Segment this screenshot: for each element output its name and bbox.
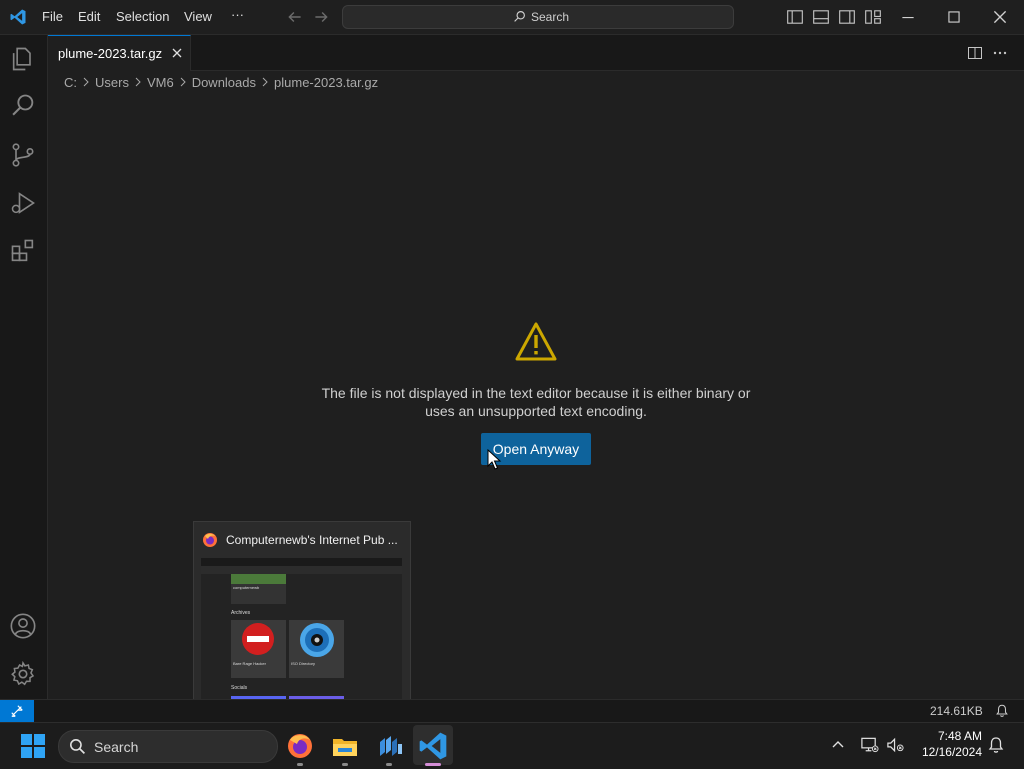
thumb-item-1: Bare Rage Hacker [233, 661, 266, 666]
chevron-right-icon [83, 77, 89, 87]
search-icon[interactable] [9, 92, 37, 120]
title-bar: File Edit Selection View ··· Search [0, 0, 1024, 35]
thumb-item-2: ISO Directory [291, 661, 316, 666]
minimize-icon[interactable] [899, 8, 917, 26]
running-indicator [297, 763, 303, 766]
vscode-logo-icon[interactable] [9, 8, 27, 26]
windows-taskbar: Search [0, 722, 1024, 769]
run-debug-icon[interactable] [9, 189, 37, 217]
breadcrumb-item-downloads[interactable]: Downloads [192, 75, 256, 90]
firefox-icon [203, 533, 217, 547]
breadcrumb-item-file[interactable]: plume-2023.tar.gz [274, 75, 378, 90]
preview-title: Computernewb's Internet Pub ... [226, 533, 398, 547]
warning-icon [515, 322, 557, 361]
search-icon [70, 739, 86, 755]
menu-file[interactable]: File [42, 9, 63, 24]
preview-thumbnail: computernewb Archives Bare Rage Hacker I… [201, 558, 402, 701]
message-line-1: The file is not displayed in the text ed… [321, 385, 751, 401]
notifications-bell-icon[interactable] [995, 703, 1009, 718]
toggle-secondary-sidebar-icon[interactable] [838, 8, 856, 26]
volume-muted-icon[interactable] [886, 736, 905, 754]
clock-time[interactable]: 7:48 AM [930, 729, 982, 743]
maximize-icon[interactable] [945, 8, 963, 26]
back-arrow-icon[interactable] [286, 8, 304, 26]
remote-indicator[interactable] [0, 700, 34, 722]
chevron-right-icon [135, 77, 141, 87]
binary-file-message: The file is not displayed in the text ed… [300, 384, 772, 420]
cd-disc-icon [300, 623, 334, 657]
running-indicator [342, 763, 348, 766]
forward-arrow-icon[interactable] [312, 8, 330, 26]
windows-start-icon[interactable] [17, 730, 49, 762]
thumb-section-socials: Socials [231, 685, 248, 691]
activity-bar [0, 35, 48, 699]
menu-view[interactable]: View [184, 9, 212, 24]
taskbar-search-box[interactable]: Search [58, 730, 278, 763]
chevron-up-icon[interactable] [830, 737, 846, 753]
manage-gear-icon[interactable] [9, 660, 37, 688]
running-indicator [386, 763, 392, 766]
network-icon[interactable] [860, 736, 879, 754]
no-entry-icon [242, 623, 274, 655]
command-center-label: Search [531, 10, 570, 24]
tab-plume-archive[interactable]: plume-2023.tar.gz [48, 35, 191, 71]
file-size-status[interactable]: 214.61KB [930, 704, 983, 718]
breadcrumb-item-drive[interactable]: C: [64, 75, 77, 90]
file-explorer-icon[interactable] [329, 730, 361, 762]
close-tab-icon[interactable] [169, 45, 185, 61]
close-window-icon[interactable] [991, 8, 1009, 26]
explorer-icon[interactable] [9, 45, 37, 73]
taskbar-window-preview[interactable]: Computernewb's Internet Pub ... computer… [193, 521, 411, 710]
source-control-icon[interactable] [9, 141, 37, 169]
menu-selection[interactable]: Selection [116, 9, 169, 24]
toggle-primary-sidebar-icon[interactable] [786, 8, 804, 26]
command-center-search[interactable]: Search [342, 5, 734, 29]
status-bar: 214.61KB [0, 699, 1024, 722]
menu-more[interactable]: ··· [231, 7, 244, 22]
breadcrumb-item-users[interactable]: Users [95, 75, 129, 90]
mouse-cursor-icon [487, 449, 502, 470]
chevron-right-icon [262, 77, 268, 87]
more-actions-icon[interactable] [992, 45, 1008, 61]
chevron-right-icon [180, 77, 186, 87]
extensions-icon[interactable] [9, 237, 37, 265]
active-indicator [425, 763, 441, 766]
editor-tab-strip: plume-2023.tar.gz [48, 35, 1024, 71]
tab-label: plume-2023.tar.gz [58, 46, 163, 61]
customize-layout-icon[interactable] [864, 8, 882, 26]
message-line-2: uses an unsupported text encoding. [425, 403, 647, 419]
breadcrumb: C: Users VM6 Downloads plume-2023.tar.gz [64, 74, 378, 90]
taskbar-search-label: Search [94, 739, 139, 755]
toggle-panel-icon[interactable] [812, 8, 830, 26]
notification-center-icon[interactable] [988, 736, 1004, 754]
clock-date[interactable]: 12/16/2024 [912, 745, 982, 759]
firefox-icon[interactable] [284, 730, 316, 762]
split-editor-icon[interactable] [967, 45, 983, 61]
search-icon [514, 11, 525, 22]
app-icon[interactable] [374, 730, 406, 762]
thumb-section-archives: Archives [231, 610, 251, 616]
menu-edit[interactable]: Edit [78, 9, 100, 24]
remote-icon [11, 705, 23, 717]
accounts-icon[interactable] [9, 612, 37, 640]
vscode-icon[interactable] [417, 730, 449, 762]
breadcrumb-item-user[interactable]: VM6 [147, 75, 174, 90]
thumb-item-0: computernewb [233, 585, 260, 590]
